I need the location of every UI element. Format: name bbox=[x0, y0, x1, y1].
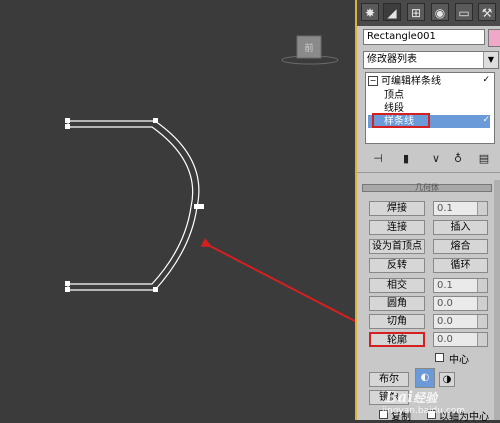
geometry-rollout-header[interactable]: 几何体 bbox=[362, 184, 492, 192]
cycle-button[interactable]: 循环 bbox=[433, 258, 488, 273]
modify-icon[interactable]: ◢ bbox=[383, 3, 401, 21]
watermark-suffix: 经验 bbox=[413, 391, 438, 405]
object-color-swatch[interactable] bbox=[488, 29, 500, 47]
chamfer-spinner[interactable]: 0.0 bbox=[433, 314, 488, 329]
spline-vertices[interactable] bbox=[65, 118, 204, 292]
motion-icon[interactable]: ◉ bbox=[431, 3, 449, 21]
boolean-union-icon[interactable]: ◐ bbox=[415, 368, 435, 388]
checkmark-icon: ✓ bbox=[482, 75, 490, 85]
make-unique-icon[interactable]: ∨ bbox=[427, 150, 445, 168]
viewport-canvas: 前 bbox=[65, 35, 355, 323]
modifier-stack[interactable]: − 可编辑样条线 顶点 线段 样条线 ✓ ✓ bbox=[365, 72, 495, 144]
show-end-result-icon[interactable]: ▮ bbox=[397, 150, 415, 168]
weld-threshold-spinner[interactable]: 0.1 bbox=[433, 201, 488, 216]
weld-button[interactable]: 焊接 bbox=[369, 201, 425, 216]
fillet-spinner[interactable]: 0.0 bbox=[433, 296, 488, 311]
baidu-watermark: Bai经验 bbox=[385, 388, 437, 406]
boolean-subtract-icon[interactable]: ◑ bbox=[439, 372, 455, 387]
perspective-viewport[interactable]: 前 bbox=[0, 0, 355, 420]
cross-insert-spinner[interactable]: 0.1 bbox=[433, 278, 488, 293]
create-icon[interactable]: ✸ bbox=[361, 3, 379, 21]
highlight-box bbox=[372, 113, 430, 128]
hierarchy-icon[interactable]: ⊞ bbox=[407, 3, 425, 21]
modifier-list-label: 修改器列表 bbox=[367, 54, 417, 65]
boolean-button[interactable]: 布尔 bbox=[369, 372, 409, 387]
object-name-field[interactable]: Rectangle001 bbox=[363, 29, 485, 45]
utilities-icon[interactable]: ⚒ bbox=[478, 3, 496, 21]
command-panel-tabs: ✸ ◢ ⊞ ◉ ▭ ⚒ bbox=[357, 0, 500, 26]
spline-outline-shape[interactable] bbox=[67, 120, 200, 291]
watermark-url: jingyan.baidu.com bbox=[382, 406, 466, 416]
watermark-brand: Bai bbox=[385, 388, 414, 406]
display-icon[interactable]: ▭ bbox=[455, 3, 473, 21]
view-cube[interactable]: 前 bbox=[281, 35, 339, 65]
stack-root-editable-spline[interactable]: − 可编辑样条线 bbox=[368, 75, 441, 88]
annotation-arrow bbox=[200, 237, 355, 323]
divider bbox=[357, 172, 500, 173]
stack-root-label: 可编辑样条线 bbox=[381, 76, 441, 87]
connect-button[interactable]: 连接 bbox=[369, 220, 425, 235]
stack-item-vertex[interactable]: 顶点 bbox=[384, 89, 404, 102]
cross-insert-button[interactable]: 相交 bbox=[369, 278, 425, 293]
panel-scrollbar[interactable] bbox=[494, 180, 500, 420]
command-panel: ✸ ◢ ⊞ ◉ ▭ ⚒ Rectangle001 修改器列表 ▼ − 可编辑样条线… bbox=[357, 0, 500, 423]
fillet-button[interactable]: 圆角 bbox=[369, 296, 425, 311]
configure-sets-icon[interactable]: ▤ bbox=[475, 150, 493, 168]
outline-button[interactable]: 轮廓 bbox=[369, 332, 425, 347]
remove-modifier-icon[interactable]: ♁ bbox=[449, 150, 467, 168]
checkmark-icon: ✓ bbox=[482, 115, 490, 125]
chamfer-button[interactable]: 切角 bbox=[369, 314, 425, 329]
reverse-button[interactable]: 反转 bbox=[369, 258, 425, 273]
outline-spinner[interactable]: 0.0 bbox=[433, 332, 488, 347]
center-label: 中心 bbox=[449, 355, 469, 366]
make-first-button[interactable]: 设为首顶点 bbox=[369, 239, 425, 254]
fuse-button[interactable]: 熔合 bbox=[433, 239, 488, 254]
collapse-icon[interactable]: − bbox=[368, 76, 378, 86]
chevron-down-icon: ▼ bbox=[483, 52, 498, 68]
pin-stack-icon[interactable]: ⊣ bbox=[369, 150, 387, 168]
modifier-list-dropdown[interactable]: 修改器列表 ▼ bbox=[363, 51, 499, 69]
insert-button[interactable]: 插入 bbox=[433, 220, 488, 235]
view-cube-label: 前 bbox=[304, 42, 313, 54]
center-checkbox[interactable] bbox=[435, 353, 444, 362]
